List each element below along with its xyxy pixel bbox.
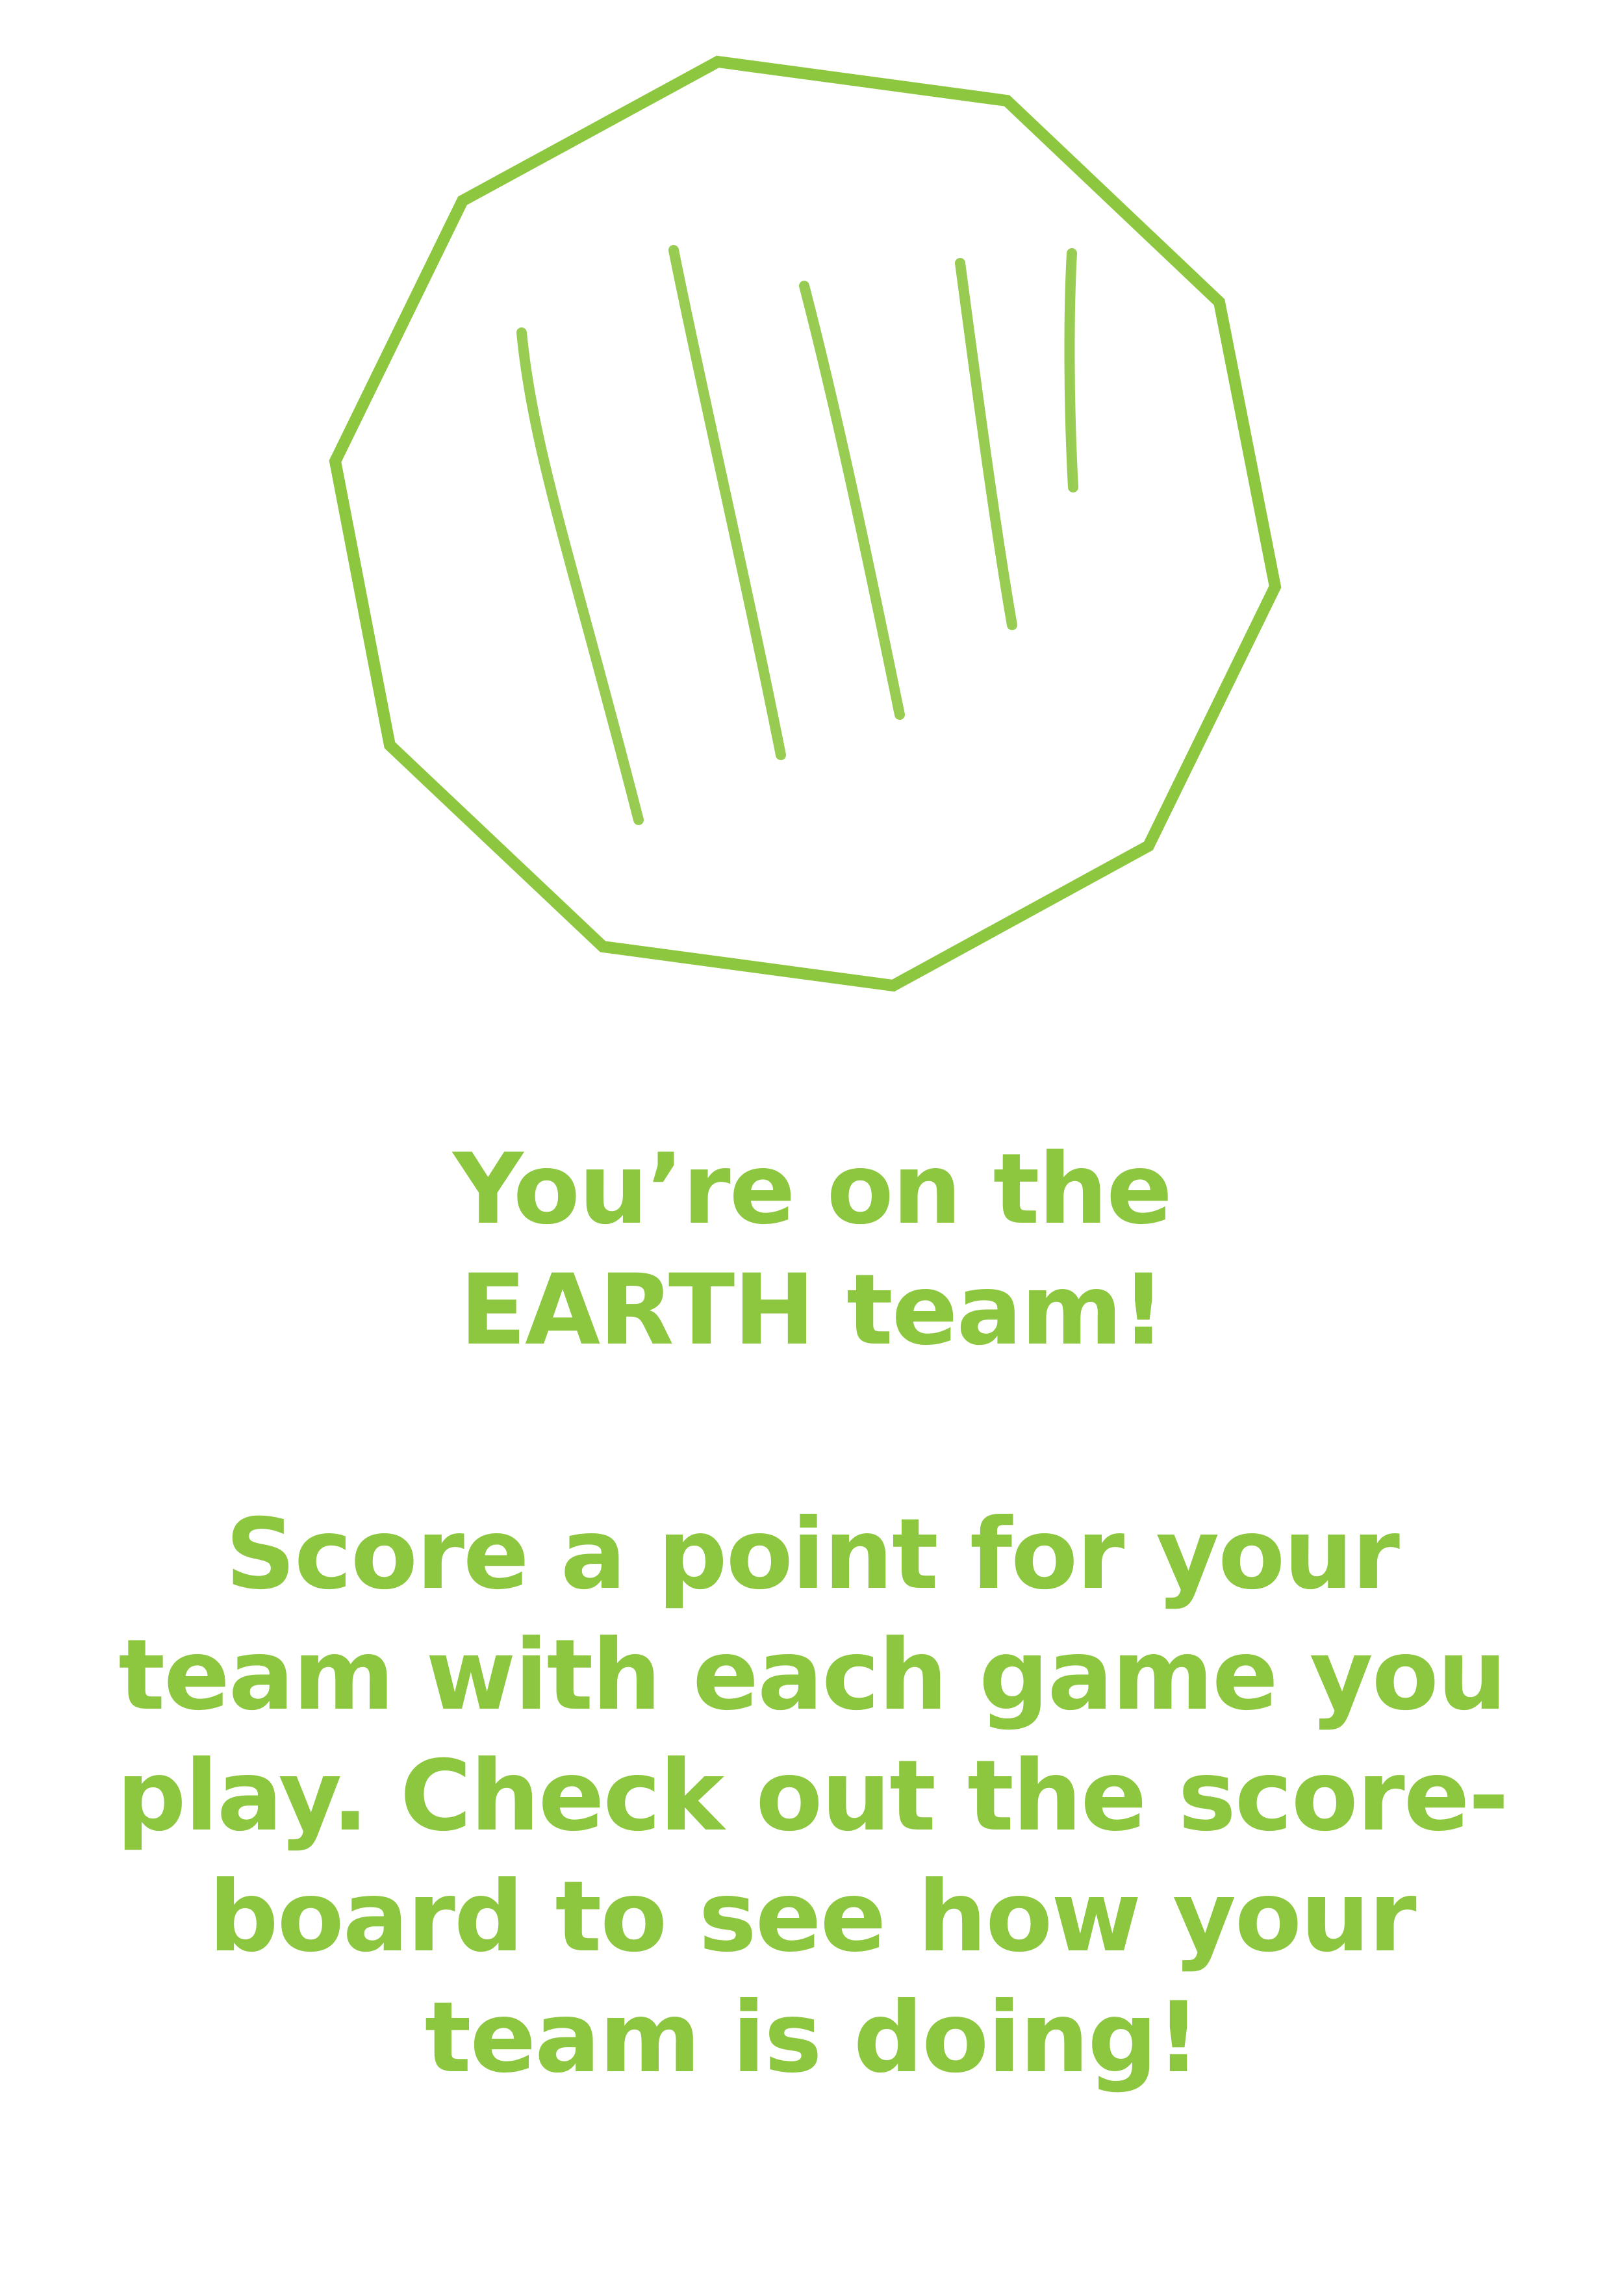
hatch-mark	[1064, 248, 1078, 492]
hatch-mark	[668, 245, 786, 760]
decagon-outline	[329, 55, 1282, 992]
instructions-line: board to see how your	[209, 1861, 1416, 1974]
hatch-mark	[955, 258, 1017, 630]
hatch-mark	[516, 327, 644, 825]
instructions-line: play. Check out the score-	[116, 1740, 1509, 1853]
earth-team-emblem	[0, 0, 1624, 1014]
headline-line: EARTH team!	[459, 1254, 1166, 1367]
instructions-line: team with each game you	[118, 1619, 1506, 1732]
hatch-mark	[799, 281, 905, 720]
instructions-line: team is doing!	[424, 1982, 1201, 2095]
hatch-marks	[516, 245, 1078, 825]
headline-line: You’re on the	[453, 1133, 1173, 1246]
team-announcement: You’re on the EARTH team!	[0, 1129, 1624, 1371]
instructions: Score a point for your team with each ga…	[0, 1494, 1624, 2098]
earth-team-decagon-icon	[329, 55, 1282, 992]
instructions-line: Score a point for your	[225, 1498, 1400, 1611]
